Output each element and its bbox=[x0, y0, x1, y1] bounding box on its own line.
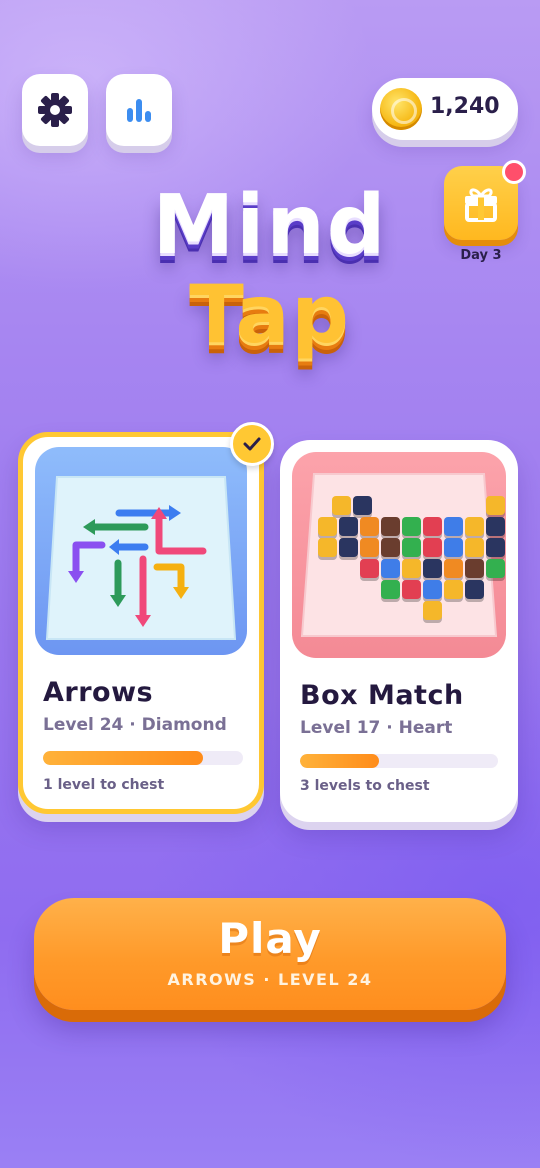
settings-button[interactable] bbox=[22, 74, 88, 146]
puzzle-block bbox=[444, 517, 463, 536]
game-card-box-match[interactable]: Box Match Level 17 · Heart 3 levels to c… bbox=[280, 440, 540, 822]
game-card-title: Box Match bbox=[300, 680, 464, 711]
puzzle-block bbox=[339, 538, 358, 557]
play-button[interactable]: Play ARROWS · LEVEL 24 bbox=[34, 898, 506, 1010]
puzzle-block bbox=[444, 538, 463, 557]
chest-progress-bar bbox=[300, 754, 498, 768]
puzzle-block bbox=[423, 580, 442, 599]
puzzle-block bbox=[339, 517, 358, 536]
puzzle-block bbox=[381, 538, 400, 557]
puzzle-block bbox=[486, 559, 505, 578]
puzzle-block bbox=[486, 496, 505, 515]
bar-chart-icon bbox=[127, 99, 151, 122]
game-card-arrows[interactable]: Arrows Level 24 · Diamond 1 level to che… bbox=[18, 432, 264, 814]
puzzle-block bbox=[423, 601, 442, 620]
game-card-subtitle: Level 24 · Diamond bbox=[43, 715, 227, 735]
chest-progress-label: 1 level to chest bbox=[43, 777, 165, 793]
puzzle-block bbox=[486, 517, 505, 536]
puzzle-block bbox=[423, 517, 442, 536]
puzzle-block bbox=[423, 559, 442, 578]
puzzle-block bbox=[402, 538, 421, 557]
puzzle-block bbox=[381, 559, 400, 578]
arrows-artwork bbox=[35, 447, 247, 655]
puzzle-block bbox=[360, 538, 379, 557]
box-match-artwork bbox=[292, 452, 540, 658]
play-button-sublabel: ARROWS · LEVEL 24 bbox=[167, 970, 373, 989]
game-title-line2: Tap bbox=[189, 268, 351, 361]
chest-progress-fill bbox=[300, 754, 380, 768]
puzzle-block bbox=[465, 580, 484, 599]
puzzle-block bbox=[332, 496, 351, 515]
selected-check-icon bbox=[230, 422, 274, 466]
puzzle-block bbox=[381, 580, 400, 599]
puzzle-block bbox=[444, 559, 463, 578]
stats-button[interactable] bbox=[106, 74, 172, 146]
chest-progress-label: 3 levels to chest bbox=[300, 778, 430, 794]
play-button-label: Play bbox=[218, 914, 322, 963]
coin-counter[interactable]: 1,240 bbox=[372, 78, 518, 140]
puzzle-block bbox=[402, 559, 421, 578]
coin-amount: 1,240 bbox=[430, 94, 500, 119]
puzzle-block bbox=[465, 538, 484, 557]
gear-icon bbox=[38, 93, 72, 127]
puzzle-block bbox=[360, 517, 379, 536]
puzzle-block bbox=[402, 517, 421, 536]
puzzle-block bbox=[465, 559, 484, 578]
puzzle-block bbox=[465, 517, 484, 536]
puzzle-block bbox=[402, 580, 421, 599]
puzzle-block bbox=[360, 559, 379, 578]
puzzle-block bbox=[318, 517, 337, 536]
box-match-puzzle-image bbox=[300, 473, 540, 637]
puzzle-block bbox=[444, 580, 463, 599]
game-title-line1: Mind bbox=[152, 178, 388, 273]
chest-progress-bar bbox=[43, 751, 243, 765]
puzzle-block bbox=[381, 517, 400, 536]
puzzle-block bbox=[353, 496, 372, 515]
puzzle-block bbox=[423, 538, 442, 557]
chest-progress-fill bbox=[43, 751, 203, 765]
coin-icon bbox=[380, 88, 422, 130]
puzzle-block bbox=[318, 538, 337, 557]
game-card-subtitle: Level 17 · Heart bbox=[300, 718, 453, 738]
game-card-title: Arrows bbox=[43, 677, 154, 708]
arrows-puzzle-image bbox=[45, 476, 237, 640]
puzzle-block bbox=[486, 538, 505, 557]
